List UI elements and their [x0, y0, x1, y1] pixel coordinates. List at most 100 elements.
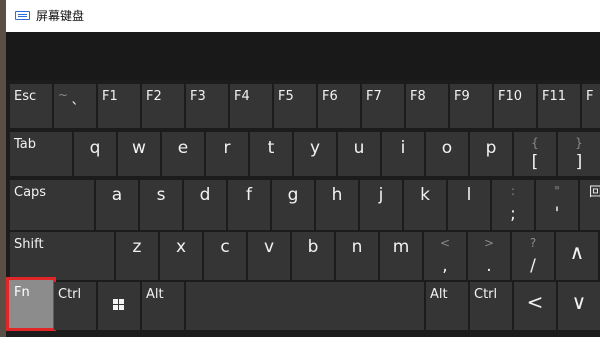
- key-caps-lock[interactable]: Caps: [10, 180, 94, 230]
- key-c[interactable]: c: [204, 232, 246, 280]
- key-left-bracket-secondary: {: [531, 136, 539, 150]
- key-o[interactable]: o: [426, 132, 468, 176]
- key-alt-right[interactable]: Alt: [426, 282, 468, 330]
- key-f4[interactable]: F4: [230, 84, 272, 128]
- key-esc[interactable]: Esc: [10, 84, 52, 128]
- key-q[interactable]: q: [74, 132, 116, 176]
- key-f6[interactable]: F6: [318, 84, 360, 128]
- key-p[interactable]: p: [470, 132, 512, 176]
- key-period-secondary: >: [483, 236, 495, 250]
- key-b-label: b: [307, 237, 319, 257]
- key-slash-secondary: ?: [529, 236, 537, 250]
- key-f-label: f: [246, 185, 252, 205]
- windows-logo-icon: [113, 299, 125, 311]
- key-r-label: r: [223, 138, 231, 158]
- key-down-arrow[interactable]: ∨: [558, 282, 600, 330]
- key-ctrl-right[interactable]: Ctrl: [470, 282, 512, 330]
- keyboard-icon: [15, 11, 30, 20]
- key-p-label: p: [485, 138, 497, 158]
- key-quote-main: ': [554, 204, 560, 224]
- key-w[interactable]: w: [118, 132, 160, 176]
- key-fn[interactable]: Fn: [6, 277, 56, 331]
- key-r[interactable]: r: [206, 132, 248, 176]
- key-f4-label: F4: [234, 89, 250, 104]
- key-v[interactable]: v: [248, 232, 290, 280]
- key-f1[interactable]: F1: [98, 84, 140, 128]
- key-alt-left-label: Alt: [146, 287, 164, 302]
- key-f7[interactable]: F7: [362, 84, 404, 128]
- key-j-label: j: [378, 185, 384, 205]
- key-j[interactable]: j: [360, 180, 402, 230]
- key-m[interactable]: m: [380, 232, 422, 280]
- key-alt-left[interactable]: Alt: [142, 282, 184, 330]
- key-u[interactable]: u: [338, 132, 380, 176]
- key-period[interactable]: >.: [468, 232, 510, 280]
- key-ctrl-left[interactable]: Ctrl: [54, 282, 96, 330]
- key-enter-partial[interactable]: 回: [580, 180, 600, 230]
- key-f[interactable]: f: [228, 180, 270, 230]
- window-title: 屏幕键盘: [36, 9, 85, 23]
- key-semicolon-secondary: :: [510, 184, 516, 198]
- key-f10[interactable]: F10: [494, 84, 536, 128]
- key-right-bracket[interactable]: }]: [558, 132, 600, 176]
- key-n-label: n: [351, 237, 363, 257]
- key-h[interactable]: h: [316, 180, 358, 230]
- key-caps-label: Caps: [14, 185, 47, 200]
- key-z-label: z: [132, 237, 142, 257]
- key-t[interactable]: t: [250, 132, 292, 176]
- title-bar[interactable]: 屏幕键盘: [6, 0, 600, 32]
- key-f12-partial[interactable]: F: [582, 84, 600, 128]
- key-f9[interactable]: F9: [450, 84, 492, 128]
- key-k[interactable]: k: [404, 180, 446, 230]
- key-f7-label: F7: [366, 89, 382, 104]
- key-d-label: d: [199, 185, 211, 205]
- key-f12-label: F: [586, 89, 594, 104]
- key-g[interactable]: g: [272, 180, 314, 230]
- key-comma-secondary: <: [439, 236, 451, 250]
- key-l-label: l: [466, 185, 472, 205]
- key-x[interactable]: x: [160, 232, 202, 280]
- key-comma[interactable]: <,: [424, 232, 466, 280]
- key-f5[interactable]: F5: [274, 84, 316, 128]
- left-arrow-icon: <: [526, 290, 544, 314]
- key-f9-label: F9: [454, 89, 470, 104]
- key-s[interactable]: s: [140, 180, 182, 230]
- key-f2-label: F2: [146, 89, 162, 104]
- key-x-label: x: [175, 237, 187, 257]
- key-w-label: w: [132, 138, 146, 158]
- key-f5-label: F5: [278, 89, 294, 104]
- key-f8[interactable]: F8: [406, 84, 448, 128]
- key-f11[interactable]: F11: [538, 84, 580, 128]
- key-quote[interactable]: " ': [536, 180, 578, 230]
- key-slash-main: /: [530, 256, 536, 276]
- key-g-label: g: [287, 185, 299, 205]
- key-semicolon[interactable]: :;: [492, 180, 534, 230]
- key-d[interactable]: d: [184, 180, 226, 230]
- key-fn-label: Fn: [14, 285, 30, 300]
- key-shift[interactable]: Shift: [10, 232, 114, 280]
- key-f2[interactable]: F2: [142, 84, 184, 128]
- key-tab[interactable]: Tab: [10, 132, 72, 176]
- key-e[interactable]: e: [162, 132, 204, 176]
- key-windows[interactable]: [98, 282, 140, 330]
- key-up-arrow[interactable]: ∧: [556, 232, 598, 280]
- key-q-label: q: [89, 138, 101, 158]
- key-n[interactable]: n: [336, 232, 378, 280]
- key-esc-label: Esc: [14, 89, 37, 104]
- key-backtick[interactable]: ~ `: [54, 84, 96, 128]
- key-slash[interactable]: ? /: [512, 232, 554, 280]
- key-left-bracket[interactable]: {[: [514, 132, 556, 176]
- key-space[interactable]: [186, 282, 424, 330]
- key-b[interactable]: b: [292, 232, 334, 280]
- key-c-label: c: [220, 237, 230, 257]
- key-a[interactable]: a: [96, 180, 138, 230]
- key-enter-partial-label: 回: [589, 185, 600, 200]
- key-left-arrow[interactable]: <: [514, 282, 556, 330]
- key-i[interactable]: i: [382, 132, 424, 176]
- key-f3[interactable]: F3: [186, 84, 228, 128]
- key-z[interactable]: z: [116, 232, 158, 280]
- key-ctrl-right-label: Ctrl: [474, 287, 498, 302]
- key-semicolon-main: ;: [510, 204, 516, 224]
- key-y[interactable]: y: [294, 132, 336, 176]
- key-l[interactable]: l: [448, 180, 490, 230]
